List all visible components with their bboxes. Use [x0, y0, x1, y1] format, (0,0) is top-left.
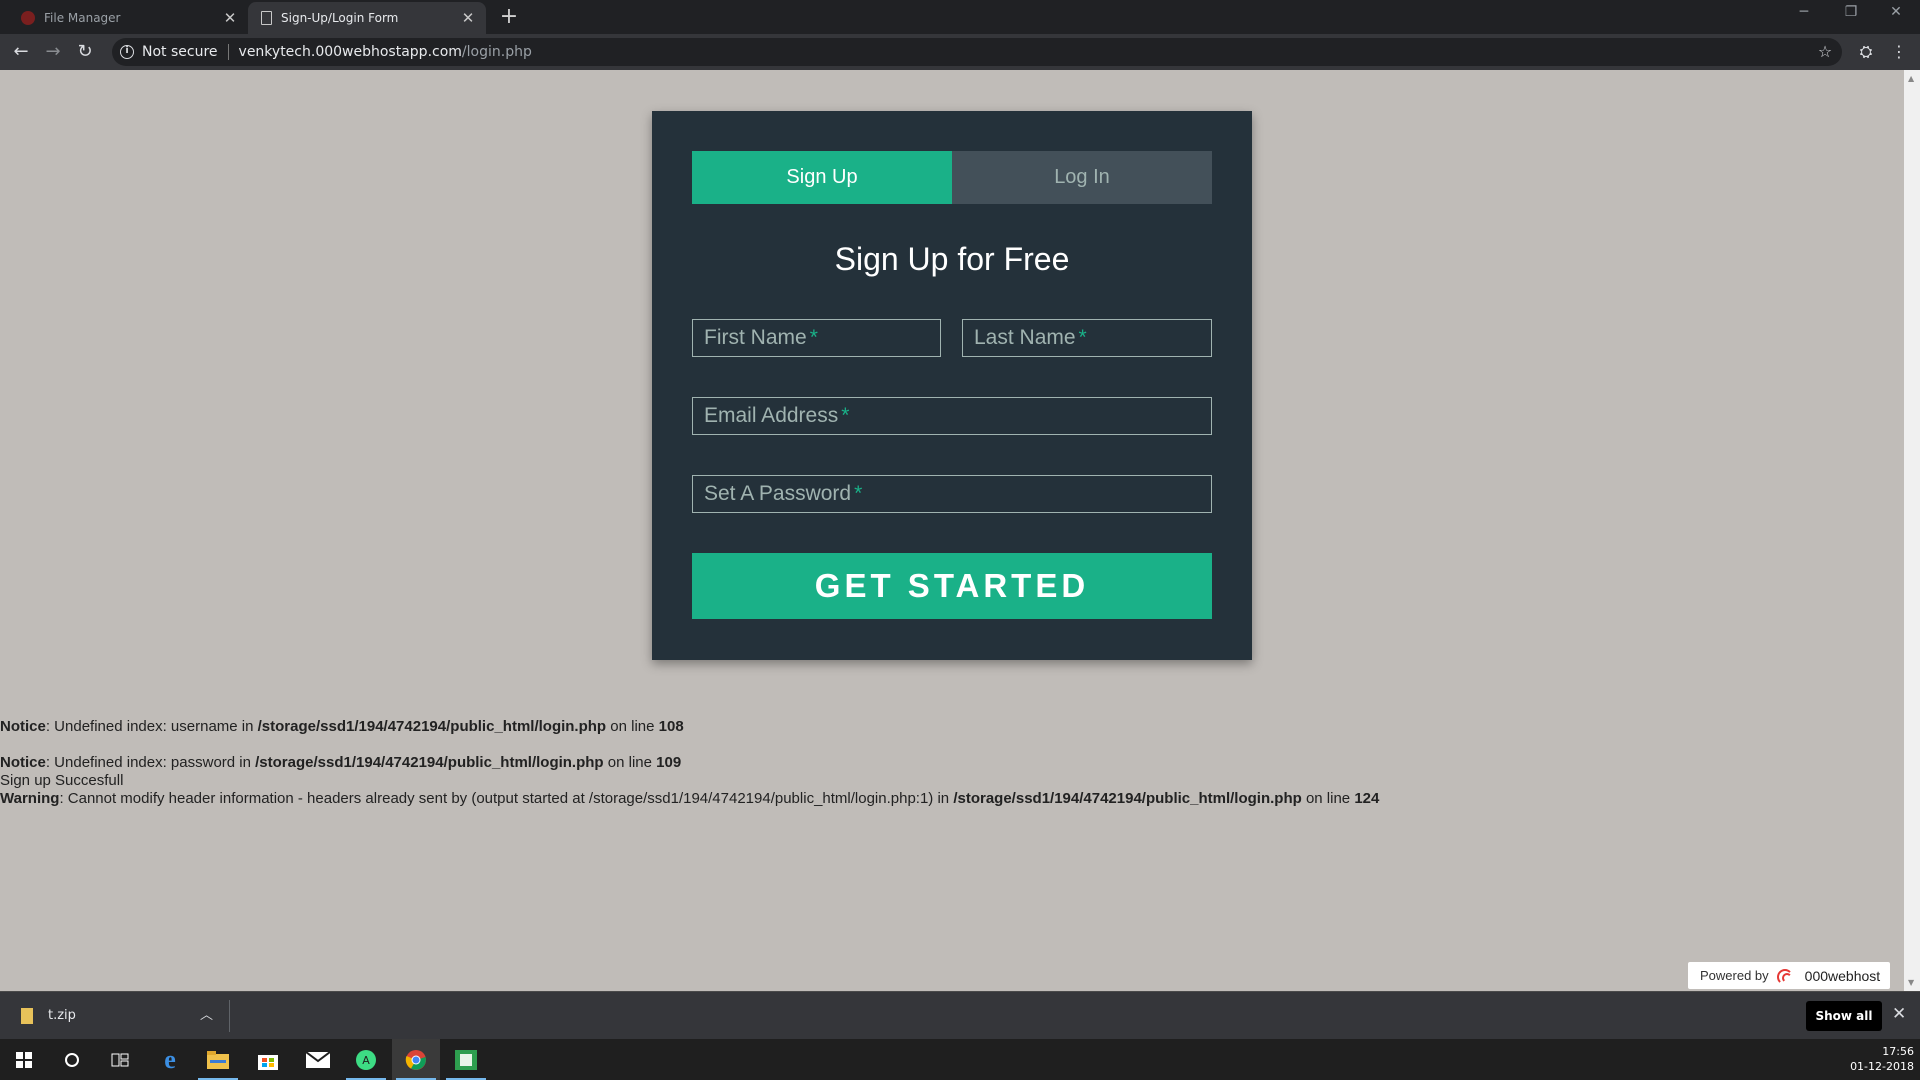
required-marker: *: [809, 326, 818, 349]
cortana-search-icon[interactable]: [48, 1039, 96, 1080]
reload-icon[interactable]: ↻: [72, 39, 98, 65]
required-marker: *: [1078, 326, 1087, 349]
first-name-placeholder: First Name: [704, 326, 807, 349]
tab-signup-login-form[interactable]: Sign-Up/Login Form ✕: [248, 2, 486, 34]
required-marker: *: [854, 482, 863, 505]
notice-label: Notice: [0, 718, 46, 735]
page-viewport: Sign Up Log In Sign Up for Free First Na…: [0, 70, 1904, 991]
back-arrow-icon[interactable]: ←: [8, 39, 34, 65]
required-marker: *: [841, 404, 850, 427]
task-view-icon[interactable]: [96, 1039, 144, 1080]
warning-text: : Cannot modify header information - hea…: [59, 790, 954, 807]
mail-icon[interactable]: [294, 1039, 342, 1080]
close-icon[interactable]: ✕: [1892, 1004, 1906, 1024]
address-bar[interactable]: i Not secure venkytech.000webhostapp.com…: [112, 38, 1842, 66]
form-tab-group: Sign Up Log In: [692, 151, 1212, 204]
file-manager-icon: [21, 11, 35, 25]
notice-path: /storage/ssd1/194/4742194/public_html/lo…: [257, 718, 607, 735]
warning-on-line: on line: [1301, 790, 1355, 807]
divider: [229, 1000, 230, 1032]
bookmark-star-icon[interactable]: ☆: [1812, 39, 1838, 65]
menu-kebab-icon[interactable]: ⋮: [1886, 39, 1912, 65]
notice-line-number: 109: [656, 754, 682, 771]
notice-on-line: on line: [603, 754, 657, 771]
page-scrollbar[interactable]: ▲ ▼: [1904, 70, 1920, 991]
system-clock[interactable]: 17:56 01-12-2018: [1850, 1044, 1914, 1074]
form-heading: Sign Up for Free: [834, 241, 1070, 277]
close-icon[interactable]: ✕: [458, 9, 478, 27]
browser-tab-bar: File Manager ✕ Sign-Up/Login Form ✕ + ─ …: [0, 0, 1920, 34]
last-name-placeholder: Last Name: [974, 326, 1076, 349]
tab-file-manager[interactable]: File Manager ✕: [8, 2, 248, 34]
edge-icon[interactable]: e: [146, 1039, 194, 1080]
notice-line: Notice: Undefined index: password in /st…: [0, 754, 1379, 772]
document-icon: [261, 11, 272, 25]
store-icon[interactable]: [244, 1039, 292, 1080]
clock-time: 17:56: [1882, 1045, 1914, 1058]
notice-line-number: 108: [658, 718, 684, 735]
app-icon[interactable]: [442, 1039, 490, 1080]
powered-by-label: Powered by: [1700, 968, 1769, 983]
svg-text:A: A: [362, 1054, 370, 1067]
close-icon[interactable]: ✕: [220, 9, 240, 27]
minimize-icon[interactable]: ─: [1789, 4, 1819, 20]
download-file-name: t.zip: [48, 1008, 76, 1023]
last-name-field[interactable]: Last Name *: [962, 319, 1212, 357]
signup-tab[interactable]: Sign Up: [692, 151, 952, 204]
email-placeholder: Email Address: [704, 404, 839, 427]
windows-start-icon[interactable]: [0, 1039, 48, 1080]
restore-icon[interactable]: ❐: [1836, 4, 1866, 20]
signup-form-card: Sign Up Log In Sign Up for Free First Na…: [652, 111, 1252, 660]
notice-path: /storage/ssd1/194/4742194/public_html/lo…: [255, 754, 604, 771]
warning-label: Warning: [0, 790, 60, 807]
new-tab-button[interactable]: +: [496, 4, 522, 29]
file-explorer-icon[interactable]: [194, 1039, 242, 1080]
browser-toolbar: ← → ↻ i Not secure venkytech.000webhosta…: [0, 34, 1920, 70]
clock-date: 01-12-2018: [1850, 1060, 1914, 1073]
window-close-icon[interactable]: ✕: [1881, 4, 1911, 20]
php-output: Notice: Undefined index: username in /st…: [0, 718, 1379, 808]
notice-text: : Undefined index: username in: [45, 718, 258, 735]
email-field[interactable]: Email Address *: [692, 397, 1212, 435]
tab-title: Sign-Up/Login Form: [281, 11, 399, 25]
security-label: Not secure: [142, 44, 218, 60]
show-all-button[interactable]: Show all: [1806, 1001, 1882, 1031]
success-message: Sign up Succesfull: [0, 772, 124, 789]
warning-line: Warning: Cannot modify header informatio…: [0, 790, 1379, 808]
separator: [227, 44, 229, 60]
forward-arrow-icon[interactable]: →: [40, 39, 66, 65]
download-shelf: t.zip ︿ Show all ✕: [0, 991, 1920, 1039]
password-placeholder: Set A Password: [704, 482, 852, 505]
powered-by-brand: 000webhost: [1804, 967, 1881, 984]
chrome-icon[interactable]: [392, 1039, 440, 1080]
powered-by-badge[interactable]: Powered by 000webhost: [1688, 962, 1890, 989]
password-field[interactable]: Set A Password *: [692, 475, 1212, 513]
warning-path: /storage/ssd1/194/4742194/public_html/lo…: [953, 790, 1302, 807]
notice-text: : Undefined index: password in: [45, 754, 256, 771]
login-tab[interactable]: Log In: [952, 151, 1212, 204]
warning-line-number: 124: [1354, 790, 1380, 807]
tab-title: File Manager: [44, 11, 121, 25]
notice-label: Notice: [0, 754, 46, 771]
get-started-button[interactable]: GET STARTED: [692, 553, 1212, 619]
notice-line: Notice: Undefined index: username in /st…: [0, 718, 1379, 736]
scroll-down-icon[interactable]: ▼: [1908, 978, 1914, 987]
windows-taskbar: e A 17:56 01-12-2018: [0, 1039, 1920, 1080]
url-path: /login.php: [461, 44, 532, 60]
first-name-field[interactable]: First Name *: [692, 319, 941, 357]
info-icon[interactable]: i: [120, 45, 134, 59]
scroll-up-icon[interactable]: ▲: [1908, 74, 1914, 83]
chevron-up-icon[interactable]: ︿: [200, 1004, 213, 1023]
notice-on-line: on line: [606, 718, 659, 735]
url-domain: venkytech.000webhostapp.com: [238, 44, 462, 60]
zip-file-icon: [21, 1008, 33, 1024]
000webhost-logo-icon: [1776, 967, 1799, 985]
android-studio-icon[interactable]: A: [342, 1039, 390, 1080]
extension-icon[interactable]: ⛭: [1853, 39, 1879, 65]
